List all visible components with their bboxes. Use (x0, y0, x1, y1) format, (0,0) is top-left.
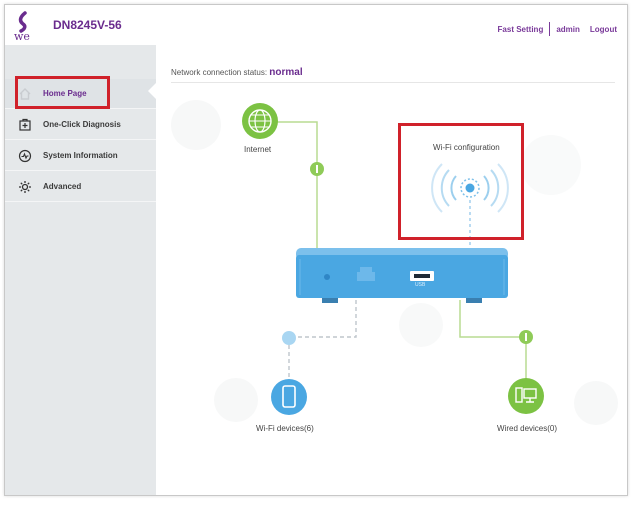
usb-label: USB (415, 282, 426, 288)
browser-frame: we DN8245V-56 Fast Setting admin Logout … (4, 4, 628, 496)
fast-setting-link[interactable]: Fast Setting (498, 25, 544, 34)
divider (549, 22, 551, 36)
wired-link (459, 300, 527, 385)
logo-text: we (14, 30, 30, 43)
computer-icon[interactable] (508, 378, 544, 414)
sidebar-item-diagnosis[interactable]: One-Click Diagnosis (5, 110, 156, 140)
sidebar-item-system-info[interactable]: System Information (5, 141, 156, 171)
wifi-configuration-highlight (398, 123, 524, 240)
pulse-icon (17, 148, 33, 164)
diagnosis-icon (17, 117, 33, 133)
internet-link (260, 121, 318, 250)
internet-globe-icon[interactable] (242, 103, 278, 139)
gear-icon (17, 179, 33, 195)
bg-circle (521, 135, 581, 195)
wired-devices-label[interactable]: Wired devices(0) (497, 424, 557, 433)
bg-circle (399, 303, 443, 347)
active-indicator (148, 83, 156, 99)
wifi-devices-label[interactable]: Wi-Fi devices(6) (256, 424, 314, 433)
sidebar: Home Page One-Click Diagnosis System Inf… (5, 45, 156, 495)
bg-circle (574, 381, 618, 425)
bg-circle (214, 378, 258, 422)
admin-link[interactable]: admin (556, 25, 580, 34)
sidebar-item-advanced[interactable]: Advanced (5, 172, 156, 202)
sidebar-item-label: One-Click Diagnosis (43, 120, 121, 129)
phone-icon[interactable] (271, 379, 307, 415)
wifi-devices-link (288, 300, 357, 385)
top-links: Fast Setting admin Logout (498, 22, 617, 36)
wifi-devices-status-icon (282, 331, 296, 345)
logout-link[interactable]: Logout (590, 25, 617, 34)
internet-label: Internet (244, 145, 272, 154)
we-logo: we (11, 11, 41, 43)
main-content: Network connection status: normal Intern… (156, 45, 627, 495)
home-page-highlight (15, 76, 110, 109)
bg-circle (171, 100, 221, 150)
router-icon[interactable] (296, 248, 508, 303)
device-model: DN8245V-56 (53, 18, 122, 32)
top-bar: we DN8245V-56 Fast Setting admin Logout (5, 5, 627, 45)
sidebar-item-label: Advanced (43, 182, 82, 191)
sidebar-item-label: System Information (43, 151, 118, 160)
